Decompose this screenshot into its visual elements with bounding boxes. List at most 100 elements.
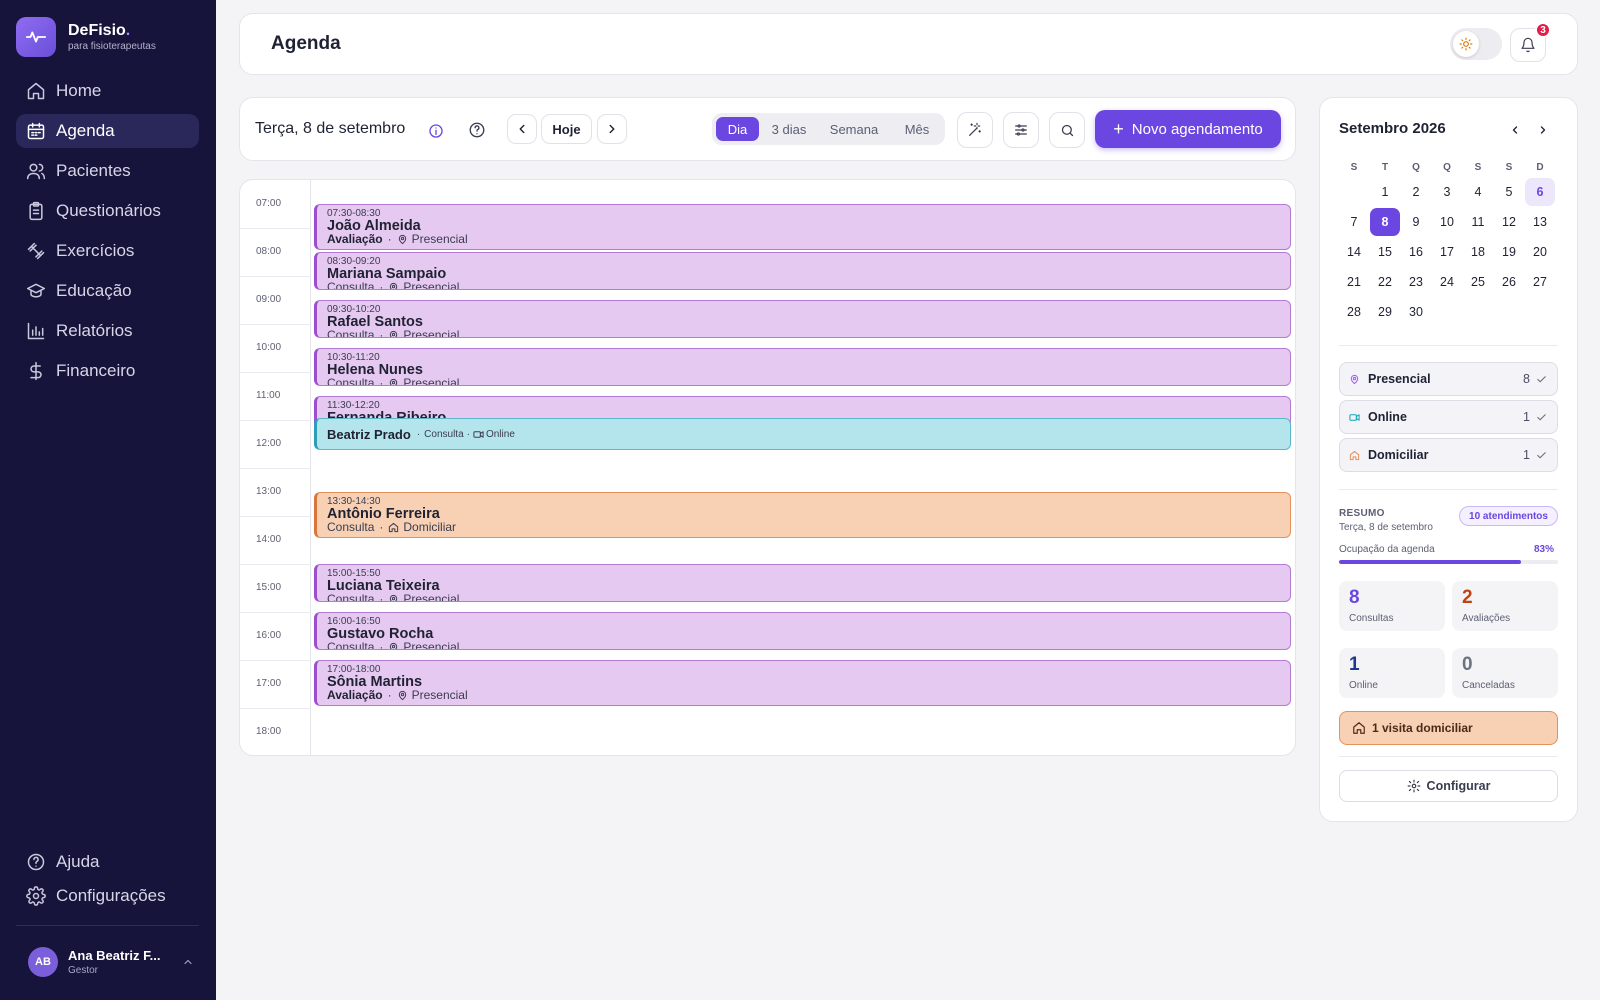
notifications-button[interactable]: 3 <box>1510 22 1551 62</box>
hour-label: 11:00 <box>256 390 281 401</box>
appointment-card[interactable]: 17:00-18:00 Sônia Martins Avaliação · Presen… <box>314 660 1291 706</box>
calendar-day[interactable]: 17 <box>1432 238 1462 266</box>
view-tab-3-dias[interactable]: 3 dias <box>763 117 815 141</box>
calendar-day[interactable]: 14 <box>1339 238 1369 266</box>
hour-label: 09:00 <box>256 294 282 305</box>
hour-label: 14:00 <box>256 534 282 545</box>
today-button[interactable]: Hoje <box>541 114 592 144</box>
sidebar-item-label: Configurações <box>56 886 166 905</box>
appointment-card[interactable]: 08:30-09:20 Mariana Sampaio Consulta · Prese… <box>314 252 1291 290</box>
calendar-day[interactable]: 12 <box>1494 208 1524 236</box>
search-button[interactable] <box>1049 112 1085 148</box>
calendar-day[interactable]: 29 <box>1370 298 1400 326</box>
map-pin-icon <box>388 330 399 337</box>
calendar-day[interactable]: 9 <box>1401 208 1431 236</box>
calendar-day[interactable]: 13 <box>1525 208 1555 236</box>
calendar-day[interactable]: 4 <box>1463 178 1493 206</box>
calendar-day[interactable]: 30 <box>1401 298 1431 326</box>
calendar-day[interactable]: 8 <box>1370 208 1400 236</box>
calendar-day[interactable]: 26 <box>1494 268 1524 296</box>
appointment-card[interactable]: 07:30-08:30 João Almeida Avaliação · Presenc… <box>314 204 1291 250</box>
patient-name: Sônia Martins <box>327 674 423 690</box>
appointment-card[interactable]: 09:30-10:20 Rafael Santos Consulta · Presenc… <box>314 300 1291 338</box>
view-tab-semana[interactable]: Semana <box>819 117 889 141</box>
map-pin-icon <box>1349 374 1360 385</box>
appointment-meta: Consulta·Presencial <box>327 641 1290 649</box>
calendar-day[interactable]: 11 <box>1463 208 1493 236</box>
calendar-day[interactable]: 23 <box>1401 268 1431 296</box>
sidebar-item-home[interactable]: Home <box>16 74 199 108</box>
filter-presencial[interactable]: Presencial 8 <box>1339 362 1558 396</box>
calendar-day[interactable]: 15 <box>1370 238 1400 266</box>
patient-name: Luciana Teixeira <box>327 578 440 594</box>
filter-online[interactable]: Online 1 <box>1339 400 1558 434</box>
calendar-day[interactable]: 3 <box>1432 178 1462 206</box>
theme-toggle[interactable] <box>1450 28 1502 60</box>
weekday-label: S <box>1505 162 1513 173</box>
calendar-day[interactable]: 24 <box>1432 268 1462 296</box>
hour-label: 17:00 <box>256 678 282 689</box>
calendar-day[interactable]: 10 <box>1432 208 1462 236</box>
calendar-day[interactable]: 22 <box>1370 268 1400 296</box>
sidebar-item-exercicios[interactable]: Exercícios <box>16 234 199 268</box>
home-visit-alert[interactable]: 1 visita domiciliar <box>1339 711 1558 745</box>
sidebar-item-ajuda[interactable]: Ajuda <box>16 845 199 879</box>
calendar-day[interactable]: 16 <box>1401 238 1431 266</box>
map-pin-icon <box>388 594 399 601</box>
chevron-left-icon <box>515 122 529 136</box>
appointment-card[interactable]: 15:00-15:50 Luciana Teixeira Consulta · Pres… <box>314 564 1291 602</box>
sidebar-item-financeiro[interactable]: Financeiro <box>16 354 199 388</box>
info-icon[interactable] <box>427 122 445 140</box>
calendar-day[interactable]: 27 <box>1525 268 1555 296</box>
appointment-card[interactable]: 16:00-16:50 Gustavo Rocha Consulta · Presenc… <box>314 612 1291 650</box>
configure-button[interactable]: Configurar <box>1339 770 1558 802</box>
new-appointment-button[interactable]: + Novo agendamento <box>1095 110 1281 148</box>
sidebar-item-label: Financeiro <box>56 361 136 380</box>
pulse-logo-icon <box>16 17 56 57</box>
occupancy-value: 83% <box>1534 544 1555 555</box>
previous-month-button[interactable] <box>1507 122 1523 138</box>
appointment-card[interactable]: 10:30-11:20 Helena Nunes Consulta · Presenci… <box>314 348 1291 386</box>
help-circle-icon[interactable] <box>468 121 486 139</box>
appointment-card[interactable]: Beatriz Prado · Consulta · Online <box>314 418 1291 450</box>
divider <box>1339 489 1558 490</box>
view-tab-dia[interactable]: Dia <box>716 117 759 141</box>
calendar-day[interactable]: 2 <box>1401 178 1431 206</box>
sidebar-item-educacao[interactable]: Educação <box>16 274 199 308</box>
sidebar-item-questionarios[interactable]: Questionários <box>16 194 199 228</box>
calendar-day[interactable]: 5 <box>1494 178 1524 206</box>
calendar-day[interactable]: 1 <box>1370 178 1400 206</box>
brand[interactable]: DeFisio. para fisioterapeutas <box>16 17 156 57</box>
user-menu[interactable]: AB Ana Beatriz F... Gestor <box>16 945 199 979</box>
hour-divider <box>240 516 311 517</box>
magic-wand-button[interactable] <box>957 112 993 148</box>
next-day-button[interactable] <box>597 114 627 144</box>
previous-day-button[interactable] <box>507 114 537 144</box>
appointment-mode: Presencial <box>403 592 460 602</box>
appointment-card[interactable]: 13:30-14:30 Antônio Ferreira Consulta · Domi… <box>314 492 1291 538</box>
next-month-button[interactable] <box>1535 122 1551 138</box>
user-role: Gestor <box>68 965 99 976</box>
calendar-day[interactable]: 18 <box>1463 238 1493 266</box>
calendar-day[interactable]: 25 <box>1463 268 1493 296</box>
sliders-icon <box>1013 122 1029 138</box>
sidebar-item-configuracoes[interactable]: Configurações <box>16 879 199 913</box>
calendar-day[interactable]: 6 <box>1525 178 1555 206</box>
calendar-day[interactable]: 19 <box>1494 238 1524 266</box>
sidebar-item-agenda[interactable]: Agenda <box>16 114 199 148</box>
calendar-day[interactable]: 28 <box>1339 298 1369 326</box>
sidebar-item-pacientes[interactable]: Pacientes <box>16 154 199 188</box>
view-tab-mes[interactable]: Mês <box>893 117 941 141</box>
sidebar-item-relatorios[interactable]: Relatórios <box>16 314 199 348</box>
filters-button[interactable] <box>1003 112 1039 148</box>
house-icon <box>1349 450 1360 461</box>
hour-label: 18:00 <box>256 726 282 737</box>
filter-domiciliar[interactable]: Domiciliar 1 <box>1339 438 1558 472</box>
calendar-day[interactable]: 7 <box>1339 208 1369 236</box>
map-pin-icon <box>388 282 399 289</box>
map-pin-icon <box>388 642 399 649</box>
appointment-meta: Consulta·Presencial <box>327 377 1290 385</box>
calendar-day[interactable]: 21 <box>1339 268 1369 296</box>
hour-divider <box>240 708 311 709</box>
calendar-day[interactable]: 20 <box>1525 238 1555 266</box>
